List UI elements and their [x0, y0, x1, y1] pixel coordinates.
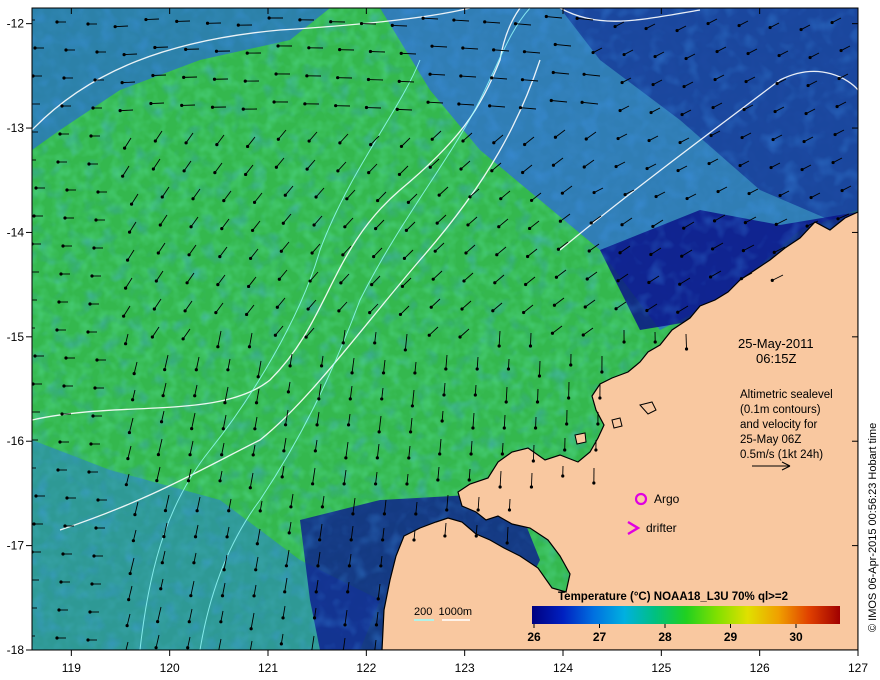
drifter-label: drifter — [646, 521, 677, 535]
x-tick-label: 121 — [258, 661, 278, 675]
credit-text: © IMOS 06-Apr-2015 00:56:23 Hobart time — [867, 423, 879, 632]
y-tick-label: -14 — [7, 225, 25, 239]
x-tick-label: 125 — [651, 661, 671, 675]
map-date: 25-May-2011 — [738, 336, 814, 351]
y-tick-label: -15 — [7, 330, 25, 344]
colorbar-tick-label: 28 — [658, 630, 672, 644]
y-tick-label: -12 — [7, 17, 25, 31]
y-tick-label: -13 — [7, 121, 25, 135]
colorbar-tick-label: 30 — [789, 630, 803, 644]
x-tick-label: 123 — [455, 661, 475, 675]
argo-label: Argo — [654, 492, 680, 506]
colorbar-tick-label: 26 — [527, 630, 541, 644]
y-tick-label: -17 — [7, 539, 25, 553]
x-tick-label: 124 — [553, 661, 573, 675]
x-tick-label: 126 — [750, 661, 770, 675]
description-line: 0.5m/s (1kt 24h) — [740, 449, 823, 461]
description-line: and velocity for — [740, 419, 818, 431]
y-tick-label: -16 — [7, 434, 25, 448]
colorbar — [532, 606, 840, 624]
x-tick-label: 122 — [356, 661, 376, 675]
description-line: Altimetric sealevel — [740, 389, 833, 401]
x-tick-label: 120 — [160, 661, 180, 675]
bathymetry-label: 200 1000m — [414, 606, 472, 618]
map-time: 06:15Z — [756, 351, 797, 366]
x-tick-label: 119 — [62, 661, 81, 675]
description-line: 25-May 06Z — [740, 434, 801, 446]
x-tick-label: 127 — [848, 661, 868, 675]
colorbar-tick-label: 29 — [724, 630, 738, 644]
colorbar-title: Temperature (°C) NOAA18_L3U 70% ql>=2 — [558, 591, 788, 603]
colorbar-tick-label: 27 — [593, 630, 607, 644]
sst-map: 25-May-2011 06:15Z Altimetric sealevel (0… — [32, 8, 858, 650]
description-line: (0.1m contours) — [740, 404, 821, 416]
y-tick-label: -18 — [7, 643, 25, 657]
